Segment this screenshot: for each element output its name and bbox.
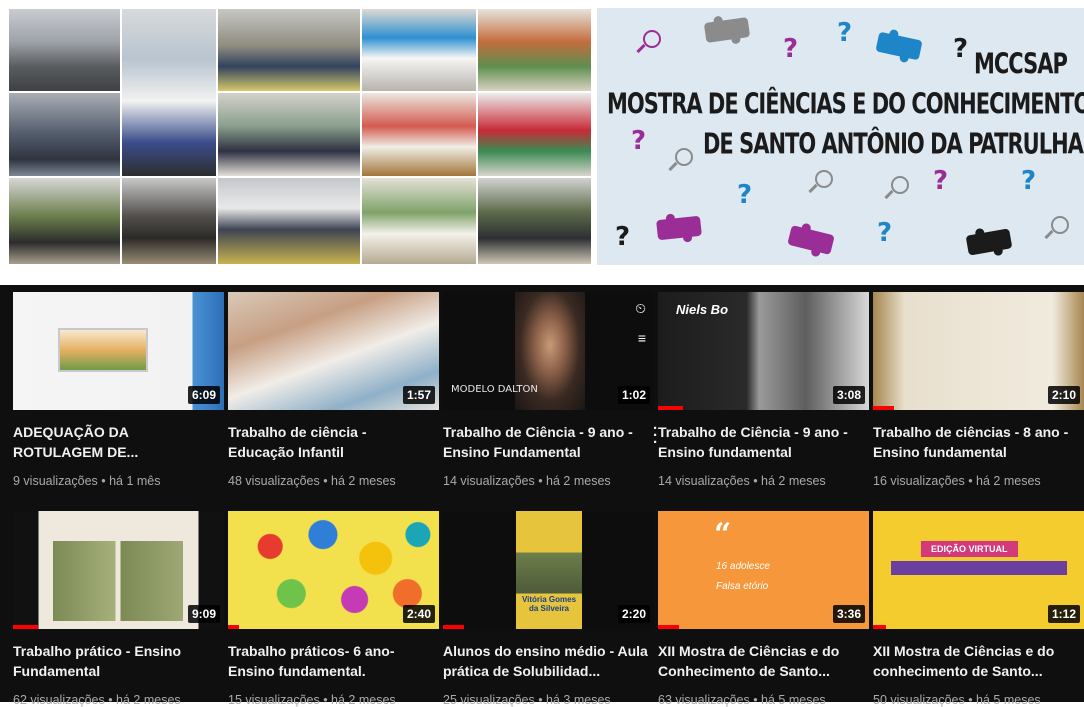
video-grid: 6:09 ADEQUAÇÃO DA ROTULAGEM DE... 9 visu… bbox=[0, 285, 1084, 707]
watch-progress-bar bbox=[13, 625, 39, 629]
question-mark-icon: ? bbox=[933, 166, 949, 196]
video-title[interactable]: Alunos do ensino médio - Aula prática de… bbox=[443, 641, 648, 681]
video-meta: 16 visualizações • há 2 meses bbox=[873, 474, 1041, 488]
video-meta: 48 visualizações • há 2 meses bbox=[228, 474, 396, 488]
thumbnail-caption: Niels Bo bbox=[676, 302, 729, 317]
magnifier-icon bbox=[815, 170, 833, 188]
question-mark-icon: ? bbox=[837, 18, 853, 48]
question-mark-icon: ? bbox=[631, 126, 647, 156]
collage-photo bbox=[217, 177, 361, 265]
watch-progress-bar bbox=[228, 625, 239, 629]
channel-banner: ? ? ? ? ? ? ? ? ? MCCSAP MOSTRA DE CIÊNC… bbox=[0, 0, 1084, 276]
video-thumbnail[interactable]: 2:10 bbox=[873, 292, 1084, 410]
video-duration: 1:57 bbox=[402, 386, 435, 404]
thumbnail-caption: 16 adolesce Falsa etório bbox=[716, 561, 770, 592]
video-duration: 1:02 bbox=[617, 386, 650, 404]
magnifier-icon bbox=[891, 176, 909, 194]
collage-photo bbox=[477, 177, 592, 265]
question-mark-icon: ? bbox=[615, 222, 631, 252]
banner-title-line1: MOSTRA DE CIÊNCIAS E DO CONHECIMENTO bbox=[607, 88, 1084, 121]
video-title[interactable]: XII Mostra de Ciências e do conhecimento… bbox=[873, 641, 1078, 681]
puzzle-piece-icon bbox=[875, 31, 923, 61]
puzzle-piece-icon bbox=[656, 215, 702, 241]
thumbnail-caption: MODELO DALTON bbox=[451, 384, 538, 395]
video-duration: 2:20 bbox=[617, 605, 650, 623]
video-duration: 1:12 bbox=[1047, 605, 1080, 623]
video-meta: 25 visualizações • há 3 meses bbox=[443, 693, 611, 707]
edition-badge: EDIÇÃO VIRTUAL bbox=[921, 541, 1018, 557]
collage-photo bbox=[8, 92, 121, 177]
collage-photo bbox=[477, 92, 592, 177]
video-meta: 15 visualizações • há 2 meses bbox=[228, 693, 396, 707]
video-duration: 3:36 bbox=[832, 605, 865, 623]
puzzle-piece-icon bbox=[965, 228, 1013, 256]
collage-photo bbox=[361, 8, 477, 92]
video-thumbnail[interactable]: MODELO DALTON ⏲ ≡ 1:02 bbox=[443, 292, 654, 410]
video-title[interactable]: ADEQUAÇÃO DA ROTULAGEM DE... bbox=[13, 422, 218, 462]
video-title[interactable]: Trabalho práticos- 6 ano- Ensino fundame… bbox=[228, 641, 433, 681]
thumbnail-image bbox=[53, 541, 183, 621]
video-thumbnail[interactable]: 9:09 bbox=[13, 511, 224, 629]
video-title[interactable]: Trabalho prático - Ensino Fundamental bbox=[13, 641, 218, 681]
collage-photo bbox=[217, 8, 361, 92]
magnifier-icon bbox=[643, 30, 661, 48]
collage-photo bbox=[217, 92, 361, 177]
watch-later-icon[interactable]: ⏲ bbox=[635, 300, 646, 317]
video-title[interactable]: Trabalho de ciência - Educação Infantil bbox=[228, 422, 433, 462]
collage-photo bbox=[8, 8, 121, 92]
video-meta: 50 visualizações • há 5 meses bbox=[873, 693, 1041, 707]
video-meta: 63 visualizações • há 5 meses bbox=[658, 693, 826, 707]
video-thumbnail[interactable]: 2:40 bbox=[228, 511, 439, 629]
video-meta: 14 visualizações • há 2 meses bbox=[658, 474, 826, 488]
banner-acronym: MCCSAP bbox=[974, 48, 1068, 81]
thumbnail-caption: Vitória Gomes da Silveira bbox=[521, 595, 577, 613]
video-meta: 62 visualizações • há 2 meses bbox=[13, 693, 181, 707]
video-duration: 2:40 bbox=[402, 605, 435, 623]
video-thumbnail[interactable]: “ 16 adolesce Falsa etório 3:36 bbox=[658, 511, 869, 629]
question-mark-icon: ? bbox=[877, 218, 893, 248]
video-duration: 9:09 bbox=[187, 605, 220, 623]
question-mark-icon: ? bbox=[1021, 166, 1037, 196]
video-meta: 9 visualizações • há 1 mês bbox=[13, 474, 161, 488]
video-title[interactable]: Trabalho de Ciência - 9 ano - Ensino Fun… bbox=[443, 422, 648, 462]
collage-photo bbox=[8, 177, 121, 265]
watch-progress-bar bbox=[873, 625, 886, 629]
thumbnail-banner-strip bbox=[891, 561, 1067, 575]
video-duration: 3:08 bbox=[832, 386, 865, 404]
thumbnail-label-image bbox=[58, 328, 148, 372]
question-mark-icon: ? bbox=[737, 180, 753, 210]
question-mark-icon: ? bbox=[953, 34, 969, 64]
watch-progress-bar bbox=[658, 625, 680, 629]
video-duration: 6:09 bbox=[187, 386, 220, 404]
video-meta: 14 visualizações • há 2 meses bbox=[443, 474, 611, 488]
video-title[interactable]: XII Mostra de Ciências e do Conhecimento… bbox=[658, 641, 863, 681]
mccsap-logo-panel: ? ? ? ? ? ? ? ? ? MCCSAP MOSTRA DE CIÊNC… bbox=[597, 8, 1084, 265]
video-thumbnail[interactable]: Niels Bo 3:08 bbox=[658, 292, 869, 410]
collage-photo bbox=[361, 92, 477, 177]
collage-photo bbox=[361, 177, 477, 265]
collage-photo bbox=[477, 8, 592, 92]
video-duration: 2:10 bbox=[1047, 386, 1080, 404]
video-thumbnail[interactable]: EDIÇÃO VIRTUAL 1:12 bbox=[873, 511, 1084, 629]
video-thumbnail[interactable]: Vitória Gomes da Silveira 2:20 bbox=[443, 511, 654, 629]
puzzle-piece-icon bbox=[787, 224, 835, 256]
watch-progress-bar bbox=[658, 406, 684, 410]
add-to-queue-icon[interactable]: ≡ bbox=[638, 330, 646, 346]
video-title[interactable]: Trabalho de Ciência - 9 ano - Ensino fun… bbox=[658, 422, 863, 462]
watch-progress-bar bbox=[873, 406, 895, 410]
collage-photo bbox=[121, 8, 217, 177]
collage-photo bbox=[121, 177, 217, 265]
watch-progress-bar bbox=[443, 625, 465, 629]
video-thumbnail[interactable]: 6:09 bbox=[13, 292, 224, 410]
video-title[interactable]: Trabalho de ciências - 8 ano - Ensino fu… bbox=[873, 422, 1078, 462]
puzzle-piece-icon bbox=[703, 17, 751, 43]
magnifier-icon bbox=[675, 148, 693, 166]
video-thumbnail[interactable]: 1:57 bbox=[228, 292, 439, 410]
banner-title-line2: DE SANTO ANTÔNIO DA PATRULHA bbox=[703, 128, 1084, 161]
magnifier-icon bbox=[1051, 216, 1069, 234]
photo-collage bbox=[8, 8, 597, 265]
quote-icon: “ bbox=[714, 517, 732, 552]
question-mark-icon: ? bbox=[783, 34, 799, 64]
